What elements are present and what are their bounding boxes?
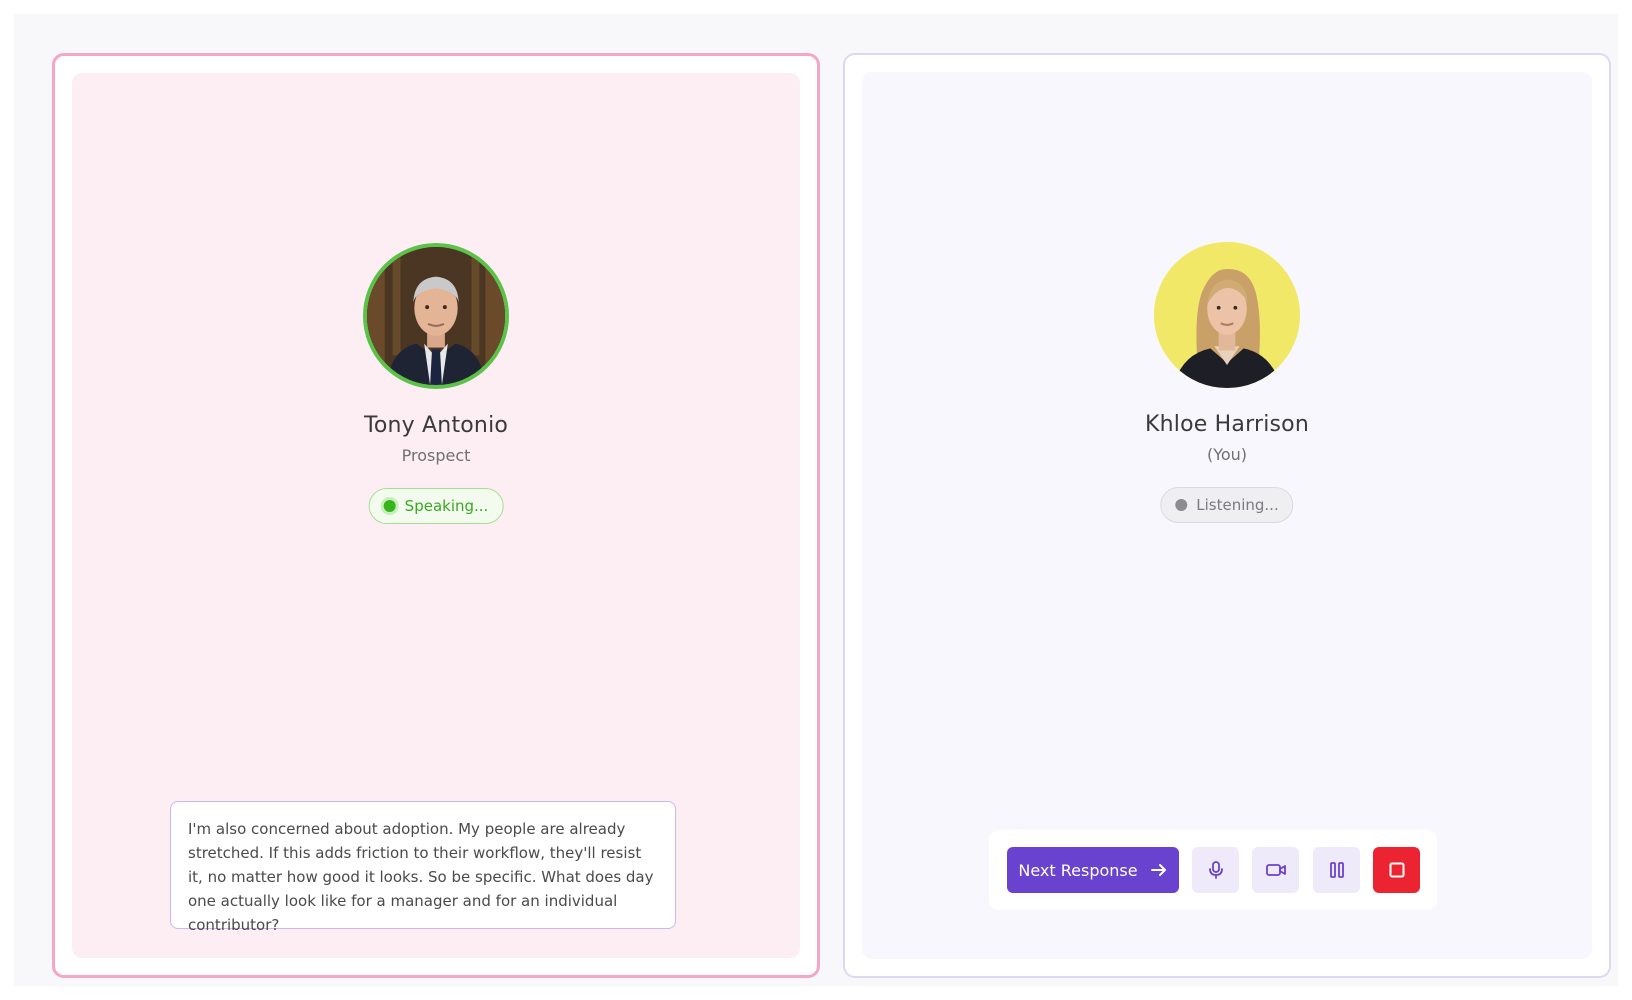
prospect-transcript-bubble: I'm also concerned about adoption. My pe…: [170, 801, 676, 934]
listening-status-badge: Listening...: [1160, 487, 1294, 523]
pause-button[interactable]: [1313, 847, 1360, 893]
user-panel-body: Khloe Harrison (You) Listening... Next R…: [862, 72, 1592, 959]
prospect-avatar: [363, 243, 509, 389]
video-camera-icon: [1265, 864, 1286, 876]
prospect-name: Tony Antonio: [363, 413, 509, 438]
user-name: Khloe Harrison: [1145, 412, 1309, 437]
arrow-right-icon: [1150, 864, 1166, 876]
user-role: (You): [1206, 445, 1248, 464]
next-response-label: Next Response: [1018, 860, 1138, 880]
listening-status-label: Listening...: [1196, 496, 1279, 514]
speaking-indicator-icon: [383, 500, 396, 512]
next-response-button[interactable]: Next Response: [1007, 847, 1179, 893]
portrait-woman-icon: [1154, 242, 1300, 388]
microphone-icon: [1208, 861, 1223, 879]
call-stage: Tony Antonio Prospect Speaking... I'm al…: [14, 14, 1618, 986]
call-controls-bar: Next Response: [989, 830, 1437, 910]
stop-call-button[interactable]: [1373, 847, 1420, 893]
pause-icon: [1329, 862, 1344, 878]
user-panel: Khloe Harrison (You) Listening... Next R…: [843, 53, 1611, 978]
listening-indicator-icon: [1175, 499, 1188, 511]
portrait-man-icon: [367, 247, 505, 385]
stop-icon: [1389, 862, 1404, 878]
user-avatar: [1154, 242, 1300, 388]
microphone-button[interactable]: [1192, 847, 1239, 893]
speaking-status-badge: Speaking...: [368, 488, 504, 524]
prospect-role: Prospect: [401, 446, 471, 465]
prospect-panel: Tony Antonio Prospect Speaking... I'm al…: [52, 53, 820, 978]
speaking-status-label: Speaking...: [404, 497, 489, 515]
prospect-panel-body: Tony Antonio Prospect Speaking... I'm al…: [72, 73, 800, 958]
video-camera-button[interactable]: [1252, 847, 1299, 893]
